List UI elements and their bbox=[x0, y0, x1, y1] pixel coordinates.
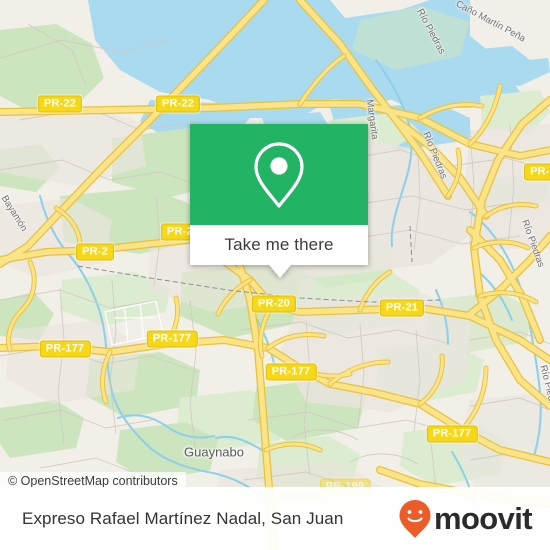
moovit-logo[interactable]: moovit bbox=[398, 499, 533, 539]
popup-icon-panel bbox=[190, 124, 368, 225]
popup-cta-label: Take me there bbox=[224, 235, 334, 254]
road-shield: PR-22 bbox=[37, 95, 83, 113]
road-shield: PR-2 bbox=[76, 243, 114, 261]
place-label-guaynabo: Guaynabo bbox=[184, 444, 244, 460]
road-shield: PR-177 bbox=[39, 340, 91, 358]
footer-bar: Expreso Rafael Martínez Nadal, San Juan … bbox=[0, 487, 550, 550]
road-shield: PR-22 bbox=[155, 95, 201, 113]
road-shield: PR-1 bbox=[524, 163, 550, 181]
road-shield: PR-21 bbox=[379, 299, 425, 317]
road-shield: PR-177 bbox=[265, 363, 317, 381]
popup-cta[interactable]: Take me there bbox=[190, 225, 368, 265]
popup-tail bbox=[269, 265, 291, 278]
map-canvas[interactable]: PR-22 PR-22 PR-2 PR-22 PR-20 PR-21 PR-17… bbox=[0, 0, 550, 550]
map-pin-icon bbox=[254, 141, 304, 208]
take-me-there-popup[interactable]: Take me there bbox=[190, 124, 368, 278]
moovit-wordmark: moovit bbox=[433, 501, 533, 536]
page-title: Expreso Rafael Martínez Nadal, San Juan bbox=[22, 508, 344, 528]
moovit-smiley-pin-icon bbox=[399, 499, 431, 538]
road-shield: PR-177 bbox=[146, 330, 198, 348]
road-shield: PR-177 bbox=[426, 425, 478, 443]
road-shield: PR-20 bbox=[251, 295, 297, 313]
screenshot-root: PR-22 PR-22 PR-2 PR-22 PR-20 PR-21 PR-17… bbox=[0, 0, 550, 550]
